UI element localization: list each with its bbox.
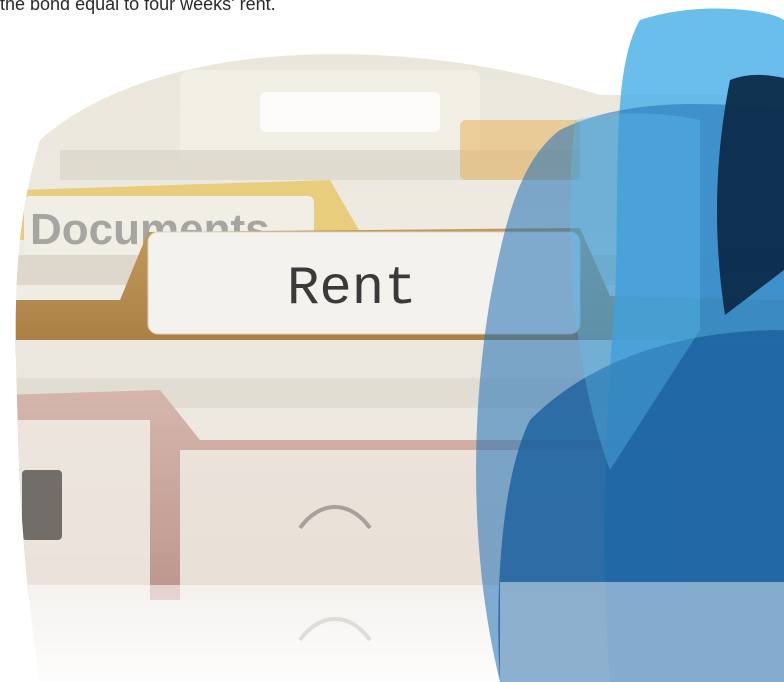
caption-text: the bond equal to four weeks' rent. [0,0,276,14]
rent-tab-label: Rent [287,259,417,320]
hero-illustration: Documents Rent [15,8,784,682]
hero-image: Documents Rent [0,0,784,682]
